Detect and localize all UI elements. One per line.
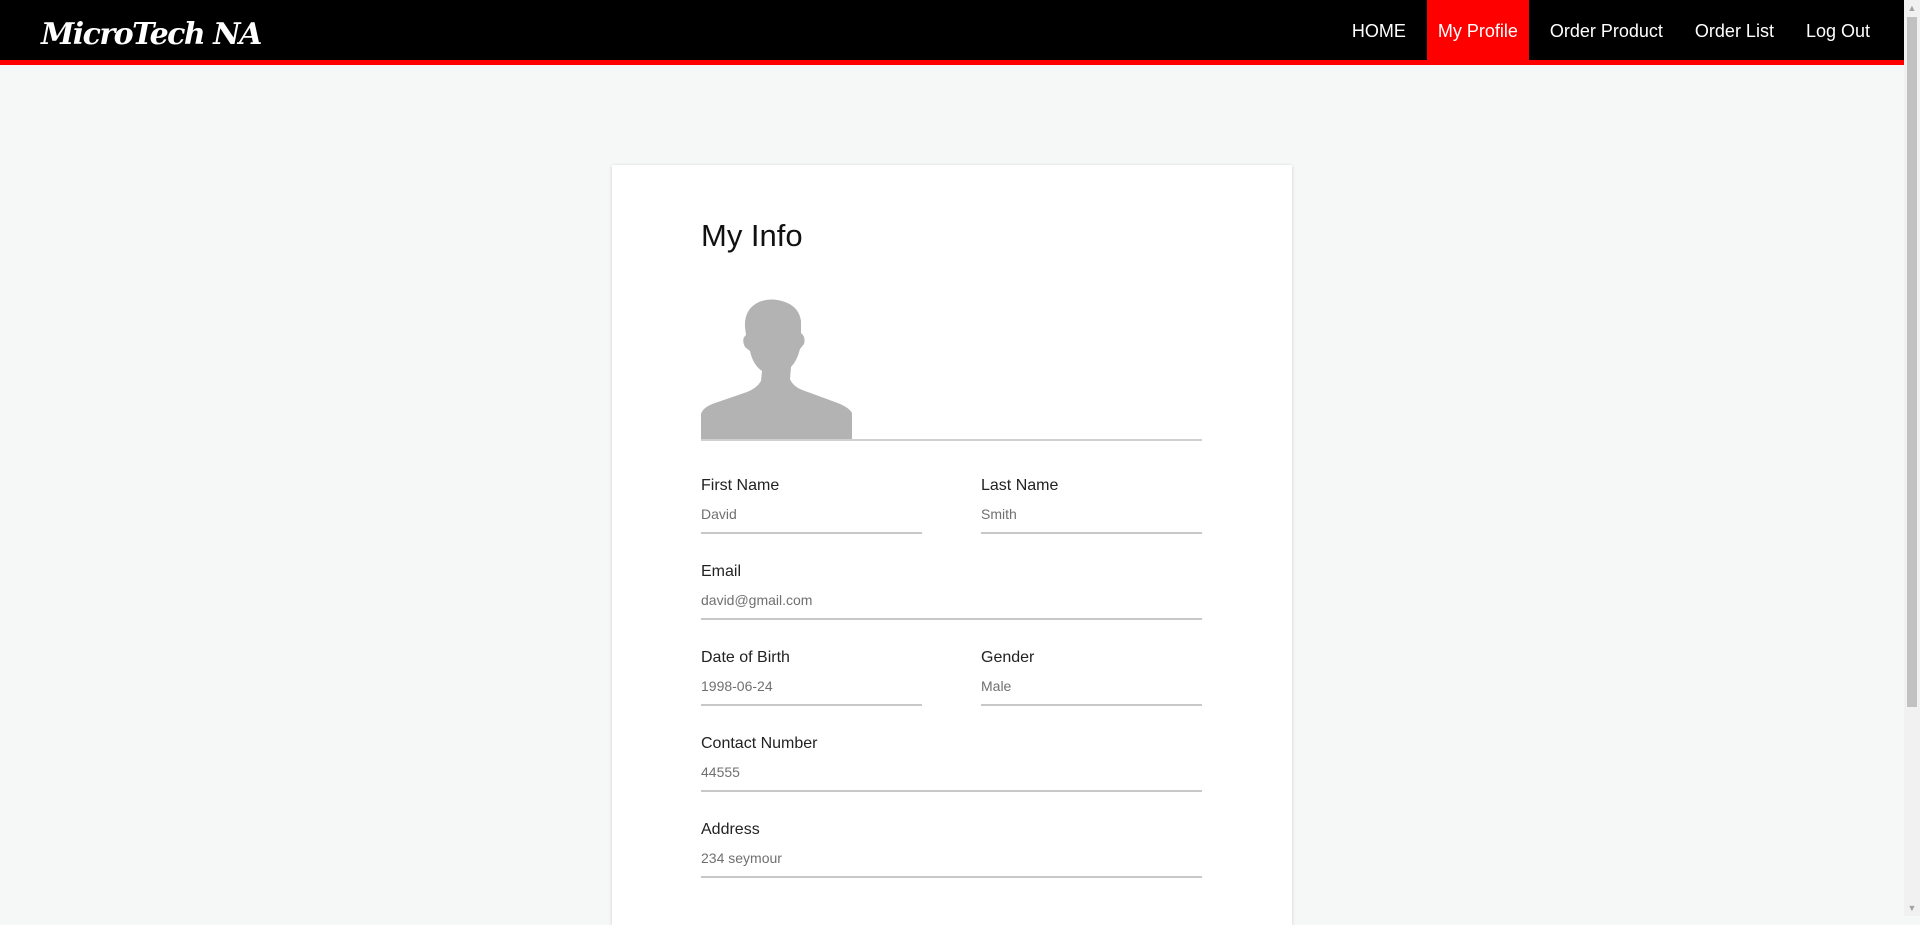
last-name-field[interactable]: Last Name Smith — [981, 476, 1202, 534]
address-value: 234 seymour — [701, 850, 782, 866]
nav-home[interactable]: HOME — [1341, 0, 1417, 60]
email-label: Email — [701, 563, 742, 580]
date-of-birth-label: Date of Birth — [701, 649, 790, 666]
email-field[interactable]: Email david@gmail.com — [701, 562, 1202, 620]
person-silhouette-icon[interactable] — [701, 299, 852, 439]
scroll-up-icon[interactable]: ▲ — [1904, 0, 1920, 16]
date-of-birth-value: 1998-06-24 — [701, 678, 773, 694]
first-name-field[interactable]: First Name David — [701, 476, 922, 534]
page-title: My Info — [701, 218, 803, 253]
scroll-down-icon[interactable]: ▼ — [1904, 900, 1920, 916]
last-name-value: Smith — [981, 506, 1017, 522]
gender-field[interactable]: Gender Male — [981, 648, 1202, 706]
gender-value: Male — [981, 678, 1012, 694]
contact-number-value: 44555 — [701, 764, 740, 780]
profile-card: My Info First Name David Last Name Smith… — [612, 165, 1292, 925]
avatar-field — [701, 299, 1202, 441]
gender-label: Gender — [981, 649, 1035, 666]
nav-order-list[interactable]: Order List — [1684, 0, 1785, 60]
nav-log-out[interactable]: Log Out — [1795, 0, 1881, 60]
first-name-label: First Name — [701, 477, 780, 494]
address-field[interactable]: Address 234 seymour — [701, 820, 1202, 878]
page-scrollbar[interactable]: ▲ ▼ — [1904, 0, 1920, 916]
email-value: david@gmail.com — [701, 592, 813, 608]
contact-number-field[interactable]: Contact Number 44555 — [701, 734, 1202, 792]
top-navbar: MicroTech NA HOME My Profile Order Produ… — [0, 0, 1904, 65]
nav-links: HOME My Profile Order Product Order List… — [1331, 0, 1904, 60]
nav-my-profile[interactable]: My Profile — [1426, 0, 1529, 60]
scroll-thumb[interactable] — [1907, 17, 1917, 707]
brand-logo[interactable]: MicroTech NA — [41, 16, 262, 54]
last-name-label: Last Name — [981, 477, 1059, 494]
date-of-birth-field[interactable]: Date of Birth 1998-06-24 — [701, 648, 922, 706]
nav-order-product[interactable]: Order Product — [1539, 0, 1674, 60]
address-label: Address — [701, 821, 760, 838]
first-name-value: David — [701, 506, 737, 522]
contact-number-label: Contact Number — [701, 735, 818, 752]
